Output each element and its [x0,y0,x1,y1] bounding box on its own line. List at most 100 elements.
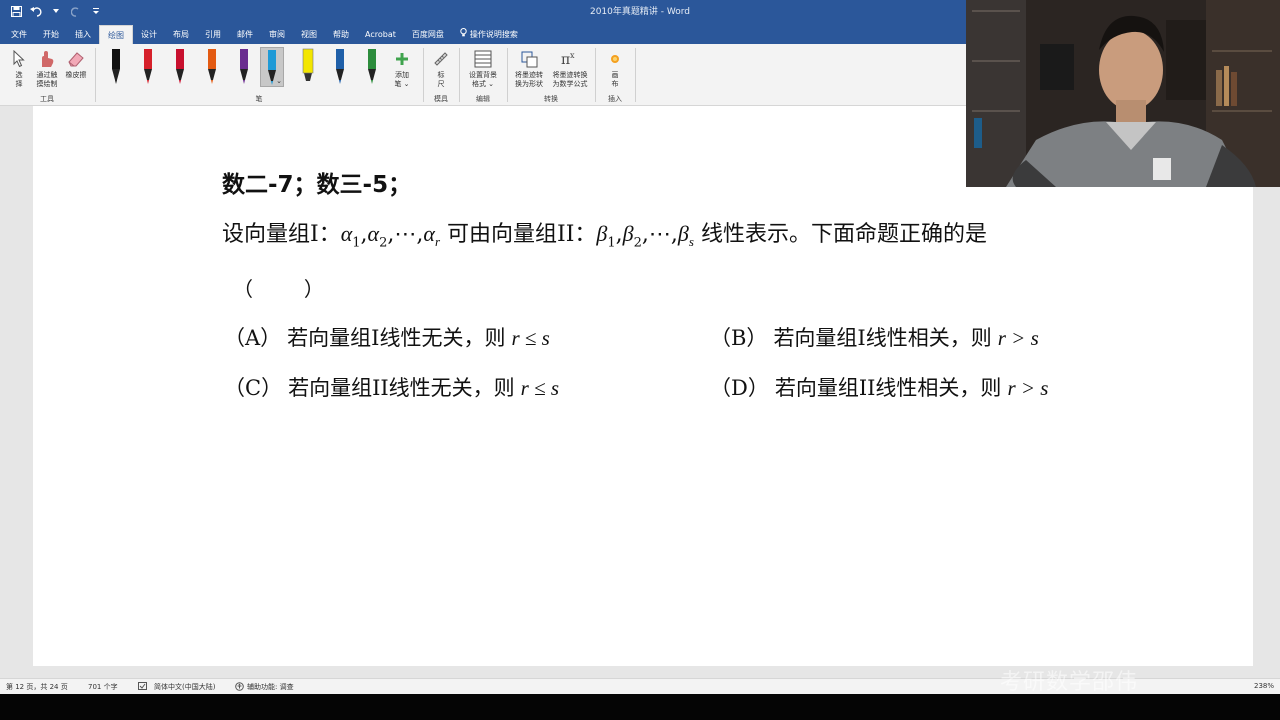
group-tools: 选 择 通过触 摸绘制 橡皮擦 工具 [0,44,94,106]
option-label: （B） [710,326,768,350]
tab-acrobat[interactable]: Acrobat [357,25,404,44]
option-relation: r > s [997,326,1039,350]
pen-1[interactable] [104,47,128,87]
eraser-label: 橡皮擦 [65,71,87,79]
language-indicator[interactable]: 简体中文(中国大陆) [154,682,215,692]
page-count[interactable]: 第 12 页，共 24 页 [6,682,68,692]
pi-math-icon: πx [548,47,592,71]
option-c: （C） 若向量组II线性无关，则 r ≤ s [224,372,559,402]
touch-draw-label-2: 摸绘制 [36,80,58,88]
document-page[interactable]: 数二-7；数三-5； 设向量组I：α1,α2,⋯,αr 可由向量组II：β1,β… [33,106,1253,666]
save-icon[interactable] [8,3,24,19]
ink-to-math-label-2: 为数学公式 [552,80,588,88]
touch-draw-label-1: 通过触 [36,71,58,79]
svg-text:x: x [570,51,575,60]
tab-draw[interactable]: 绘图 [99,25,133,44]
option-a: （A） 若向量组I线性无关，则 r ≤ s [224,322,550,352]
ruler-label-2: 尺 [437,80,445,88]
tell-me-search[interactable]: 操作说明搜索 [452,25,526,44]
screen-bottom-border [0,694,1280,720]
stem-suffix: 线性表示。下面命题正确的是 [700,222,987,247]
zoom-level[interactable]: 238% [1254,682,1274,690]
tab-view[interactable]: 视图 [293,25,325,44]
tab-home[interactable]: 开始 [35,25,67,44]
redo-icon[interactable] [68,3,84,19]
tab-file[interactable]: 文件 [3,25,35,44]
question-stem: 设向量组I：α1,α2,⋯,αr 可由向量组II：β1,β2,⋯,βs 线性表示… [222,216,987,250]
background-format-button[interactable]: 设置背景 格式 ⌄ [464,47,502,89]
add-pen-label-2: 笔 ⌄ [394,80,410,88]
group-pens: ⌄ 添加 笔 ⌄ 笔 [96,44,422,106]
group-convert: 将墨迹转 换为形状 πx 将墨迹转换 为数学公式 转换 [508,44,594,106]
tab-baidu-netdisk[interactable]: 百度网盘 [404,25,452,44]
eraser-button[interactable]: 橡皮擦 [62,47,90,80]
ink-to-shape-label-2: 换为形状 [515,80,543,88]
background-label-2: 格式 ⌄ [471,80,495,88]
pen-3[interactable] [168,47,192,87]
option-d: （D） 若向量组II线性相关，则 r > s [710,372,1048,402]
vector-set-two: β1,β2,⋯,βs [596,221,694,251]
ink-to-shape-label-1: 将墨迹转 [515,71,543,79]
ribbon-divider [635,48,636,102]
ruler-button[interactable]: 标 尺 [428,47,454,89]
pen-9[interactable] [360,47,384,87]
tab-review[interactable]: 审阅 [261,25,293,44]
ink-to-math-button[interactable]: πx 将墨迹转换 为数学公式 [548,47,592,89]
group-label-insert: 插入 [608,95,622,103]
ink-to-math-label-1: 将墨迹转换 [552,71,588,79]
select-button[interactable]: 选 择 [6,47,32,89]
pen-icon [336,49,344,84]
stem-prefix: 设向量组I： [222,222,341,247]
pen-icon [176,49,184,84]
background-label-1: 设置背景 [469,71,497,79]
ink-to-shape-button[interactable]: 将墨迹转 换为形状 [510,47,548,89]
pen-icon [112,49,120,84]
option-relation: r ≤ s [511,326,550,350]
touch-draw-button[interactable]: 通过触 摸绘制 [33,47,61,89]
hand-draw-icon [33,47,61,71]
tab-help[interactable]: 帮助 [325,25,357,44]
plus-icon [388,47,416,71]
tell-me-label: 操作说明搜索 [469,30,518,39]
webcam-overlay [966,0,1280,187]
group-label-pens: 笔 [255,95,263,103]
eraser-icon [62,47,90,71]
option-label: （D） [710,376,769,400]
group-edit: 设置背景 格式 ⌄ 编辑 [460,44,506,106]
ruler-icon [428,47,454,71]
tab-layout[interactable]: 布局 [165,25,197,44]
tab-design[interactable]: 设计 [133,25,165,44]
pen-5[interactable] [232,47,256,87]
pen-icon [302,48,314,81]
pen-7[interactable] [296,47,320,87]
question-heading: 数二-7；数三-5； [222,172,412,198]
tab-insert[interactable]: 插入 [67,25,99,44]
undo-dropdown-icon[interactable] [48,3,64,19]
word-count[interactable]: 701 个字 [88,682,118,692]
vector-set-one: α1,α2,⋯,αr [340,221,441,251]
group-label-convert: 转换 [544,95,558,103]
option-label: （A） [224,326,282,350]
proofing-icon[interactable] [138,682,147,692]
answer-blank: （ ） [233,277,324,301]
pen-6[interactable]: ⌄ [260,47,284,87]
accessibility-status[interactable]: 辅助功能: 调查 [247,682,294,692]
pen-2[interactable] [136,47,160,87]
undo-icon[interactable] [28,3,44,19]
pen-icon [144,49,152,84]
stem-middle: 可由向量组II： [447,222,597,247]
pen-icon [240,49,248,84]
drawing-canvas-button[interactable]: 画 布 [602,47,628,89]
group-label-stencils: 模具 [434,95,448,103]
option-b: （B） 若向量组I线性相关，则 r > s [710,322,1039,352]
customize-icon[interactable] [88,3,104,19]
pen-icon [208,49,216,84]
pen-4[interactable] [200,47,224,87]
tab-references[interactable]: 引用 [197,25,229,44]
add-pen-label-1: 添加 [395,71,409,79]
add-pen-button[interactable]: 添加 笔 ⌄ [388,47,416,89]
tab-mailings[interactable]: 邮件 [229,25,261,44]
ruler-label-1: 标 [437,71,445,79]
pen-8[interactable] [328,47,352,87]
accessibility-icon[interactable] [235,682,244,693]
